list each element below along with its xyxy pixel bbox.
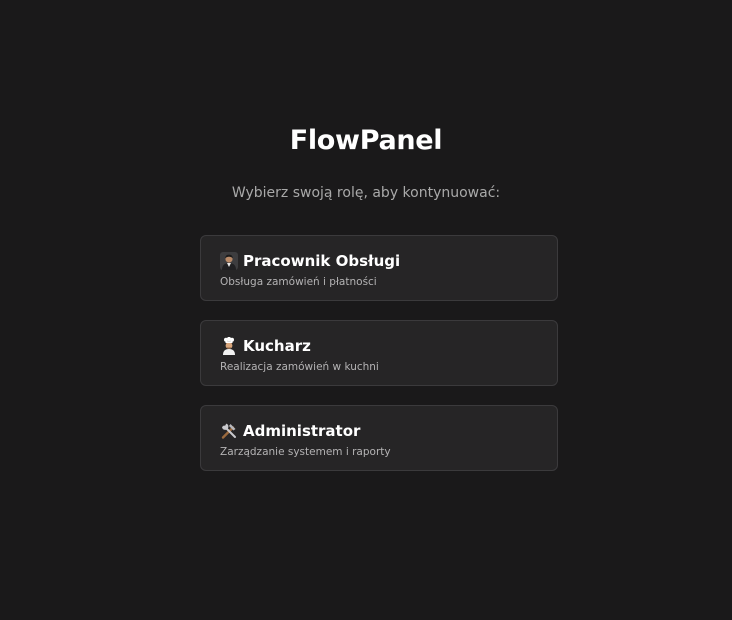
role-card-title: Kucharz [243, 337, 311, 355]
role-card-administrator[interactable]: Administrator Zarządzanie systemem i rap… [200, 405, 558, 471]
role-card-title: Administrator [243, 422, 361, 440]
waiter-icon [220, 252, 238, 270]
role-card-description: Obsługa zamówień i płatności [220, 276, 377, 288]
role-card-header: Administrator [220, 420, 538, 442]
role-card-description: Realizacja zamówień w kuchni [220, 361, 379, 373]
role-card-header: Kucharz [220, 335, 538, 357]
page-subtitle: Wybierz swoją rolę, aby kontynuować: [231, 185, 501, 201]
tools-icon [220, 422, 238, 440]
role-card-header: Pracownik Obsługi [220, 250, 538, 272]
role-selection-page: FlowPanel Wybierz swoją rolę, aby kontyn… [0, 0, 732, 620]
role-card-cook[interactable]: Kucharz Realizacja zamówień w kuchni [200, 320, 558, 386]
role-card-description: Zarządzanie systemem i raporty [220, 446, 391, 458]
page-title: FlowPanel [289, 125, 443, 156]
chef-icon [220, 337, 238, 355]
role-card-title: Pracownik Obsługi [243, 252, 401, 270]
role-list: Pracownik Obsługi Obsługa zamówień i pła… [200, 235, 558, 490]
role-card-service-staff[interactable]: Pracownik Obsługi Obsługa zamówień i pła… [200, 235, 558, 301]
